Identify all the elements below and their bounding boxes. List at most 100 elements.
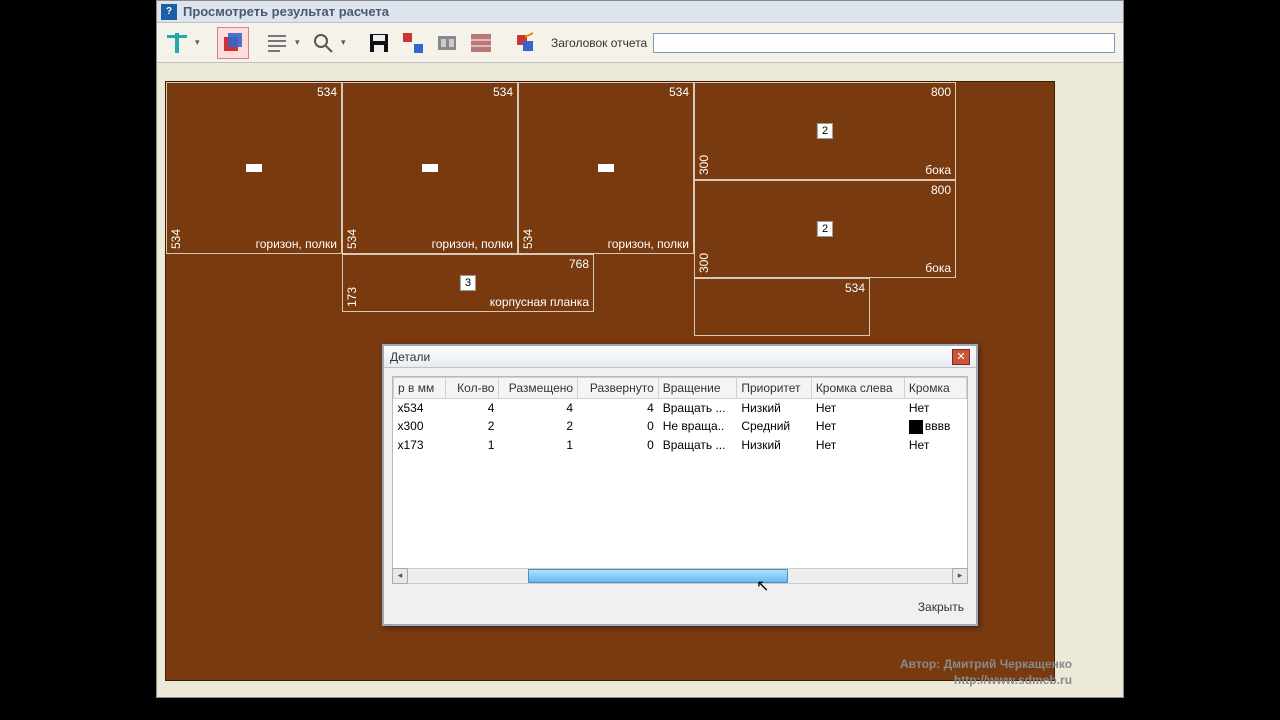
table-cell: Нет <box>811 417 904 436</box>
panel-number: 2 <box>817 221 833 237</box>
ruler-icon[interactable] <box>161 27 193 59</box>
dialog-body: р в ммКол-воРазмещеноРазвернутоВращениеП… <box>392 376 968 584</box>
table-cell: Нет <box>904 436 966 454</box>
table-cell: 0 <box>578 417 659 436</box>
panel-label: горизон, полки <box>432 237 513 251</box>
column-header[interactable]: Кромка <box>904 378 966 399</box>
panel-height: 173 <box>345 287 359 307</box>
author-label: Автор: Дмитрий Черкащенко <box>900 656 1072 672</box>
list-icon[interactable] <box>261 27 293 59</box>
sheets-icon[interactable] <box>217 27 249 59</box>
table-cell: 1 <box>445 436 499 454</box>
table-cell: Нет <box>904 399 966 418</box>
close-button[interactable]: Закрыть <box>918 600 964 614</box>
panel-height: 534 <box>345 229 359 249</box>
panel-label: бока <box>925 163 951 177</box>
scroll-left-icon[interactable]: ◂ <box>392 568 408 584</box>
dropdown-icon[interactable]: ▾ <box>341 37 351 48</box>
panel-width: 800 <box>931 85 951 99</box>
panel-width: 534 <box>669 85 689 99</box>
panel-width: 534 <box>493 85 513 99</box>
panel-height: 534 <box>521 229 535 249</box>
table-cell: 4 <box>578 399 659 418</box>
scroll-track[interactable] <box>408 568 952 584</box>
panel-label: горизон, полки <box>608 237 689 251</box>
scroll-right-icon[interactable]: ▸ <box>952 568 968 584</box>
machine-icon[interactable] <box>431 27 463 59</box>
cut-panel[interactable]: 800 300 бока 2 <box>694 180 956 278</box>
table-cell: 4 <box>445 399 499 418</box>
cut-panel[interactable]: 534 <box>694 278 870 336</box>
table-cell: 2 <box>499 417 578 436</box>
column-header[interactable]: Приоритет <box>737 378 811 399</box>
table-row[interactable]: x300220Не враща..СреднийНетвввв <box>394 417 967 436</box>
table-cell: Вращать ... <box>658 399 737 418</box>
table-cell: Вращать ... <box>658 436 737 454</box>
dialog-title: Детали <box>390 350 430 364</box>
table-row[interactable]: x173110Вращать ...НизкийНетНет <box>394 436 967 454</box>
table-cell: 2 <box>445 417 499 436</box>
panel-width: 534 <box>845 281 865 295</box>
table-cell: Нет <box>811 399 904 418</box>
panel-number: 3 <box>460 275 476 291</box>
cut-panel[interactable]: 768 173 корпусная планка 3 <box>342 254 594 312</box>
table-cell: 4 <box>499 399 578 418</box>
dialog-titlebar[interactable]: Детали ✕ <box>384 346 976 368</box>
panel-label: горизон, полки <box>256 237 337 251</box>
toolbar: ▾ ▾ ▾ Заголовок отчета <box>157 23 1123 63</box>
zoom-icon[interactable] <box>307 27 339 59</box>
panel-width: 800 <box>931 183 951 197</box>
save-icon[interactable] <box>363 27 395 59</box>
cut-panel[interactable]: 800300бока2 <box>694 82 956 180</box>
footer-credit: Автор: Дмитрий Черкащенко http://www.sdm… <box>900 656 1072 688</box>
column-header[interactable]: Размещено <box>499 378 578 399</box>
table-cell: 0 <box>578 436 659 454</box>
panel-label: бока <box>925 261 951 275</box>
panel-height: 534 <box>169 229 183 249</box>
grid-icon[interactable] <box>465 27 497 59</box>
panel-height: 300 <box>697 155 711 175</box>
table-cell: вввв <box>904 417 966 436</box>
url-label: http://www.sdmeb.ru <box>900 672 1072 688</box>
dropdown-icon[interactable]: ▾ <box>195 37 205 48</box>
panel-width: 534 <box>317 85 337 99</box>
details-table[interactable]: р в ммКол-воРазмещеноРазвернутоВращениеП… <box>393 377 967 454</box>
horizontal-scrollbar[interactable]: ◂ ▸ <box>392 568 968 584</box>
table-cell: x173 <box>394 436 446 454</box>
window-title: Просмотреть результат расчета <box>183 4 389 19</box>
dropdown-icon[interactable]: ▾ <box>295 37 305 48</box>
scroll-thumb[interactable] <box>528 569 788 583</box>
shapes-icon[interactable] <box>397 27 429 59</box>
close-icon[interactable]: ✕ <box>952 349 970 365</box>
color-swatch <box>909 420 923 434</box>
panel-mark <box>422 164 438 172</box>
app-icon: ? <box>161 4 177 20</box>
table-cell: Низкий <box>737 399 811 418</box>
column-header[interactable]: Кромка слева <box>811 378 904 399</box>
report-title-input[interactable] <box>653 33 1115 53</box>
panel-mark <box>598 164 614 172</box>
panel-mark <box>246 164 262 172</box>
export-icon[interactable] <box>509 27 541 59</box>
table-cell: 1 <box>499 436 578 454</box>
report-title-label: Заголовок отчета <box>551 36 647 50</box>
panel-width: 768 <box>569 257 589 271</box>
column-header[interactable]: Развернуто <box>578 378 659 399</box>
table-cell: Средний <box>737 417 811 436</box>
column-header[interactable]: Кол-во <box>445 378 499 399</box>
table-cell: Нет <box>811 436 904 454</box>
details-dialog: Детали ✕ р в ммКол-воРазмещеноРазвернуто… <box>382 344 978 626</box>
table-cell: x534 <box>394 399 446 418</box>
cut-panel[interactable]: 534 534 горизон, полки <box>342 82 518 254</box>
table-row[interactable]: x534444Вращать ...НизкийНетНет <box>394 399 967 418</box>
cut-panel[interactable]: 534 534 горизон, полки <box>518 82 694 254</box>
column-header[interactable]: р в мм <box>394 378 446 399</box>
table-cell: Не враща.. <box>658 417 737 436</box>
panel-height: 300 <box>697 253 711 273</box>
titlebar: ? Просмотреть результат расчета <box>157 1 1123 23</box>
cut-panel[interactable]: 534 534 горизон, полки <box>166 82 342 254</box>
table-cell: Низкий <box>737 436 811 454</box>
column-header[interactable]: Вращение <box>658 378 737 399</box>
panel-label: корпусная планка <box>490 295 589 309</box>
table-cell: x300 <box>394 417 446 436</box>
